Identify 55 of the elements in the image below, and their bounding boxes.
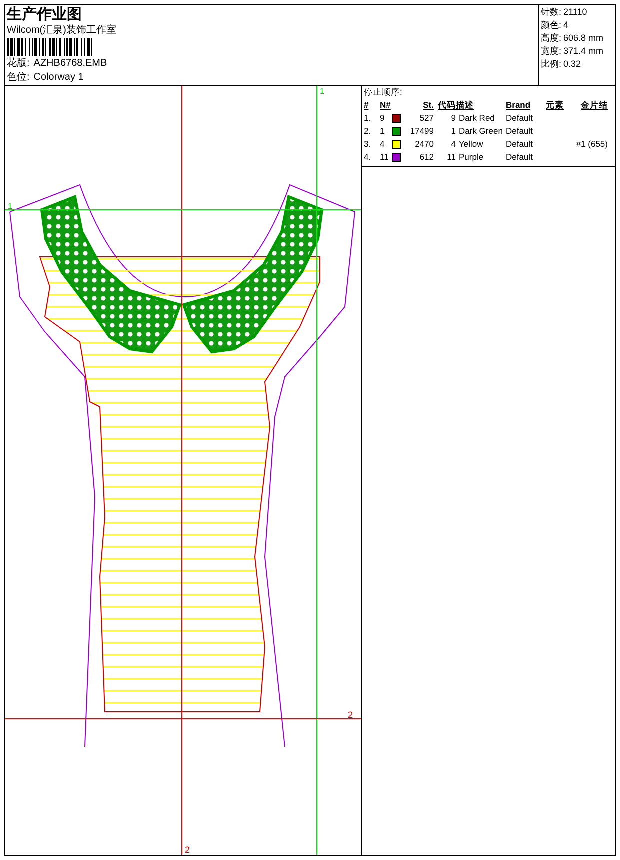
table-cell-text: 9 bbox=[380, 112, 386, 125]
column-header: 代码 bbox=[438, 99, 456, 112]
field-value: AZHB6768.EMB bbox=[34, 57, 108, 70]
sheet-title: 生产作业图 bbox=[7, 6, 83, 24]
table-cell-text: 17499 bbox=[409, 125, 434, 138]
table-cell-text: 3. bbox=[364, 138, 372, 151]
stat-label: 宽度: bbox=[541, 45, 562, 58]
column-header: Brand bbox=[506, 99, 531, 112]
stat-value: 371.4 mm bbox=[564, 45, 604, 58]
stat-value: 21110 bbox=[564, 6, 588, 19]
table-cell-text: 1. bbox=[364, 112, 372, 125]
table-cell-text: 4 bbox=[450, 138, 456, 151]
stat-value: 0.32 bbox=[564, 58, 582, 71]
column-header: N# bbox=[380, 99, 391, 112]
table-cell-text: Yellow bbox=[458, 138, 484, 151]
column-header: 金片结 bbox=[581, 99, 608, 112]
stat-label: 针数: bbox=[541, 6, 562, 19]
table-cell: #1 (655) bbox=[576, 138, 608, 151]
table-cell-text: Dark Green bbox=[458, 125, 504, 138]
section-title: 停止顺序: bbox=[364, 86, 402, 99]
table-cell-text: Dark Red bbox=[458, 112, 496, 125]
table-cell-text: Purple bbox=[458, 151, 485, 164]
table-cell-text: 1 bbox=[450, 125, 456, 138]
table-cell-text: 11 bbox=[446, 151, 456, 164]
barcode-icon bbox=[7, 38, 94, 56]
table-cell-text: 9 bbox=[450, 112, 456, 125]
stat-label: 高度: bbox=[541, 32, 562, 45]
table-cell-text: 1 bbox=[380, 125, 386, 138]
table-cell-text: Default bbox=[506, 112, 534, 125]
column-header: St. bbox=[423, 99, 434, 112]
table-cell-text: 11 bbox=[380, 151, 390, 164]
table-cell-text: Default bbox=[506, 151, 534, 164]
column-header: # bbox=[364, 99, 369, 112]
stat-label: 比例: bbox=[541, 58, 562, 71]
stat-value: 606.8 mm bbox=[564, 32, 604, 45]
table-cell-text: 612 bbox=[418, 151, 434, 164]
guide-label: 2 bbox=[185, 845, 190, 855]
stat-label: 颜色: bbox=[541, 19, 562, 32]
guide-label: 1 bbox=[8, 202, 12, 211]
table-cell-text: 4 bbox=[380, 138, 386, 151]
stat-value: 4 bbox=[564, 19, 569, 32]
company-name: Wilcom(汇泉)装饰工作室 bbox=[7, 24, 118, 38]
column-header: 元素 bbox=[546, 99, 564, 112]
field-label: 花版: bbox=[7, 57, 30, 70]
column-header: 描述 bbox=[456, 99, 474, 112]
table-cell-text: Default bbox=[506, 125, 534, 138]
table-cell-text: 527 bbox=[418, 112, 434, 125]
guide-label: 1 bbox=[320, 87, 324, 96]
table-cell-text: 4. bbox=[364, 151, 372, 164]
table-cell-text: Default bbox=[506, 138, 534, 151]
field-label: 色位: bbox=[7, 71, 30, 84]
guide-label: 2 bbox=[348, 710, 354, 720]
table-cell-text: 2470 bbox=[414, 138, 434, 151]
field-value: Colorway 1 bbox=[34, 71, 84, 84]
table-cell-text: 2. bbox=[364, 125, 372, 138]
